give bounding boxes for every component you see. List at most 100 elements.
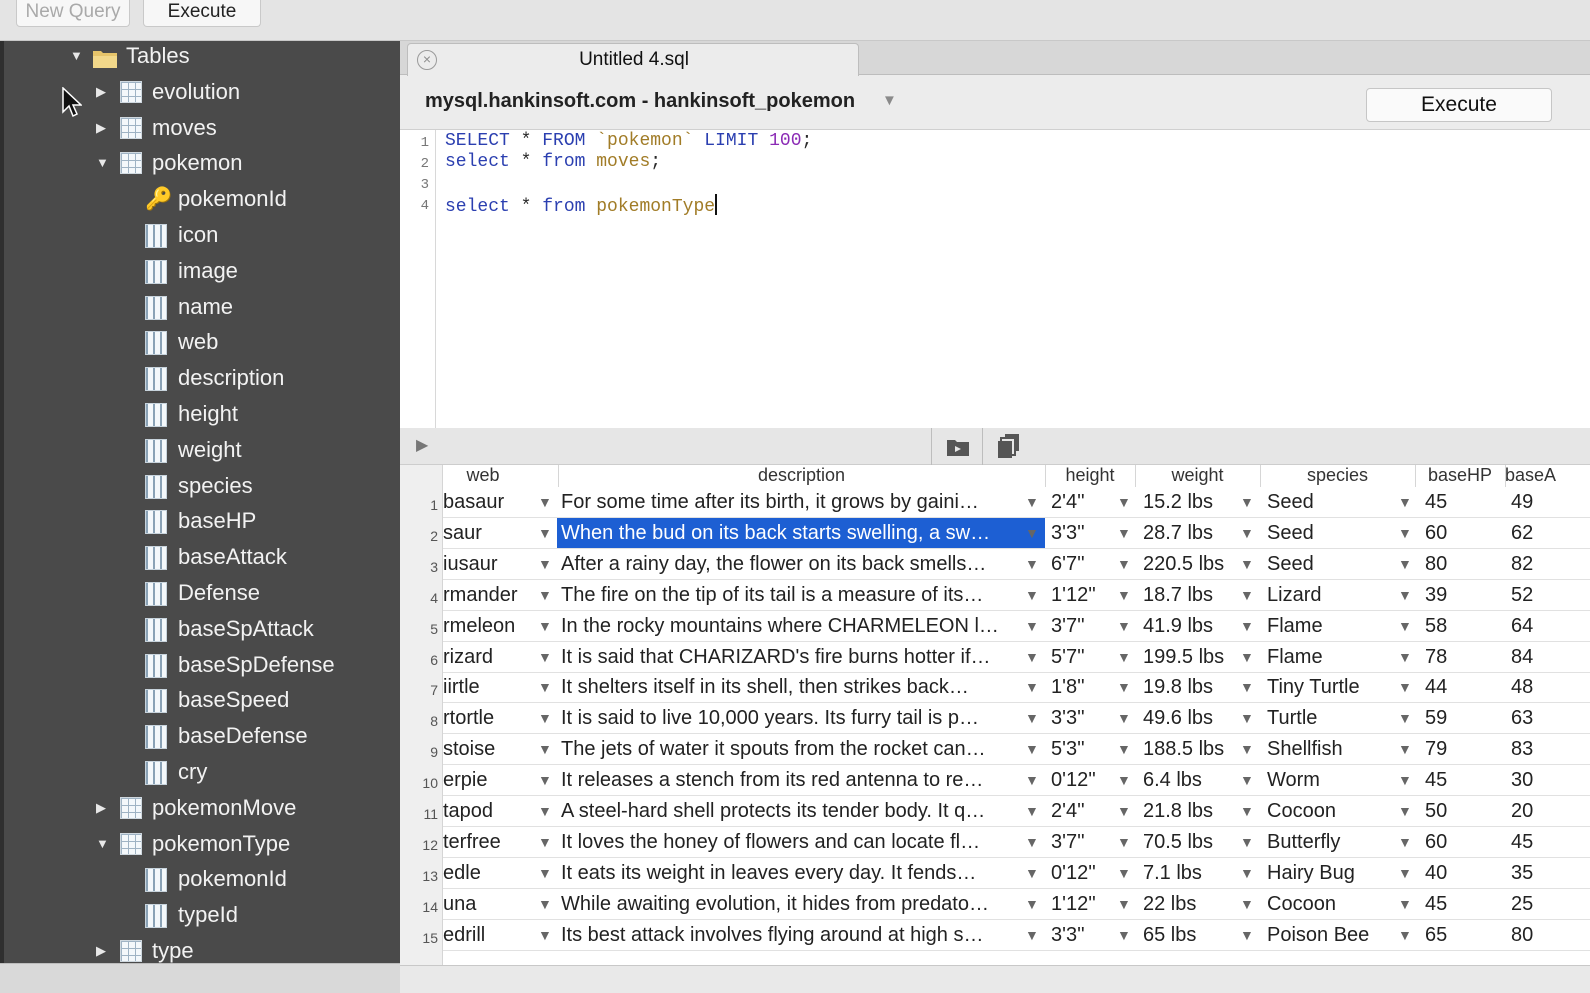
tree-item-basespeed[interactable]: baseSpeed: [4, 682, 400, 718]
chevron-down-icon[interactable]: ▼: [1025, 642, 1039, 672]
cell-height[interactable]: 1'12'': [1051, 580, 1123, 610]
cell-basehp[interactable]: 50: [1425, 796, 1485, 826]
chevron-down-icon[interactable]: ▼: [538, 549, 552, 579]
chevron-down-icon[interactable]: ▼: [1398, 920, 1412, 950]
chevron-down-icon[interactable]: ▼: [1025, 611, 1039, 641]
table-row[interactable]: rtortle It is said to live 10,000 years. …: [443, 703, 1590, 735]
chevron-down-icon[interactable]: ▼: [1240, 858, 1254, 888]
column-header-weight[interactable]: weight: [1135, 465, 1260, 487]
execute-toolbar-button[interactable]: Execute: [143, 0, 261, 27]
cell-height[interactable]: 6'7'': [1051, 549, 1123, 579]
cell-height[interactable]: 0'12'': [1051, 858, 1123, 888]
tree-item-basespattack[interactable]: baseSpAttack: [4, 611, 400, 647]
tree-item-tables[interactable]: ▼ Tables: [4, 41, 400, 74]
cell-species[interactable]: Flame: [1267, 611, 1402, 641]
expanded-triangle-icon[interactable]: ▼: [96, 145, 109, 181]
cell-species[interactable]: Turtle: [1267, 703, 1402, 733]
chevron-down-icon[interactable]: ▼: [1117, 827, 1131, 857]
table-row[interactable]: una While awaiting evolution, it hides fr…: [443, 889, 1590, 920]
cell-weight[interactable]: 15.2 lbs: [1143, 487, 1243, 517]
cell-basea[interactable]: 62: [1511, 518, 1581, 548]
chevron-down-icon[interactable]: ▼: [1240, 796, 1254, 826]
cell-weight[interactable]: 6.4 lbs: [1143, 765, 1243, 795]
cell-basehp[interactable]: 60: [1425, 518, 1485, 548]
column-header-basehp[interactable]: baseHP: [1415, 465, 1505, 487]
code-line[interactable]: select * from moves;: [445, 152, 661, 172]
expanded-triangle-icon[interactable]: ▼: [70, 41, 83, 74]
chevron-down-icon[interactable]: ▼: [1240, 889, 1254, 919]
folder-icon[interactable]: [946, 437, 970, 457]
cell-weight[interactable]: 18.7 lbs: [1143, 580, 1243, 610]
cell-weight[interactable]: 65 lbs: [1143, 920, 1243, 950]
chevron-down-icon[interactable]: ▼: [1398, 611, 1412, 641]
execute-button[interactable]: Execute: [1366, 88, 1552, 122]
tree-item-description[interactable]: description: [4, 360, 400, 396]
chevron-down-icon[interactable]: ▼: [1240, 642, 1254, 672]
tree-item-pokemonid[interactable]: 🔑 pokemonId: [4, 181, 400, 217]
table-row[interactable]: rmander The fire on the tip of its tail i…: [443, 580, 1590, 611]
collapsed-triangle-icon[interactable]: ▶: [96, 790, 106, 826]
cell-height[interactable]: 5'3'': [1051, 734, 1123, 764]
cell-height[interactable]: 3'7'': [1051, 611, 1123, 641]
chevron-down-icon[interactable]: ▼: [538, 827, 552, 857]
tab-untitled-4[interactable]: × Untitled 4.sql: [407, 43, 859, 76]
cell-height[interactable]: 3'3'': [1051, 703, 1123, 733]
cell-height[interactable]: 2'4'': [1051, 487, 1123, 517]
chevron-down-icon[interactable]: ▼: [1117, 796, 1131, 826]
table-row[interactable]: rmeleon In the rocky mountains where CHAR…: [443, 611, 1590, 642]
cell-species[interactable]: Butterfly: [1267, 827, 1402, 857]
tree-item-image[interactable]: image: [4, 253, 400, 289]
chevron-down-icon[interactable]: ▼: [538, 518, 552, 548]
cell-description[interactable]: The jets of water it spouts from the roc…: [561, 734, 1045, 764]
cell-species[interactable]: Lizard: [1267, 580, 1402, 610]
cell-description[interactable]: It eats its weight in leaves every day. …: [561, 858, 1045, 888]
cell-description[interactable]: A steel-hard shell protects its tender b…: [561, 796, 1045, 826]
chevron-down-icon[interactable]: ▼: [1240, 703, 1254, 733]
column-header-height[interactable]: height: [1045, 465, 1135, 487]
table-row[interactable]: edrill Its best attack involves flying ar…: [443, 920, 1590, 951]
tree-item-pokemontype[interactable]: ▼ pokemonType: [4, 826, 400, 862]
chevron-down-icon[interactable]: ▼: [1240, 518, 1254, 548]
cell-species[interactable]: Cocoon: [1267, 889, 1402, 919]
chevron-down-icon[interactable]: ▼: [1240, 765, 1254, 795]
cell-basea[interactable]: 80: [1511, 920, 1581, 950]
cell-height[interactable]: 3'7'': [1051, 827, 1123, 857]
chevron-down-icon[interactable]: ▼: [538, 487, 552, 517]
chevron-down-icon[interactable]: ▼: [1117, 734, 1131, 764]
tree-item-species[interactable]: species: [4, 468, 400, 504]
cell-weight[interactable]: 41.9 lbs: [1143, 611, 1243, 641]
table-row[interactable]: stoise The jets of water it spouts from t…: [443, 734, 1590, 766]
cell-height[interactable]: 2'4'': [1051, 796, 1123, 826]
play-icon[interactable]: ▶: [416, 435, 428, 455]
code-line[interactable]: select * from pokemonType: [445, 194, 718, 217]
cell-description[interactable]: For some time after its birth, it grows …: [561, 487, 1045, 517]
chevron-down-icon[interactable]: ▼: [538, 672, 552, 702]
cell-weight[interactable]: 70.5 lbs: [1143, 827, 1243, 857]
cell-basea[interactable]: 35: [1511, 858, 1581, 888]
chevron-down-icon[interactable]: ▼: [538, 889, 552, 919]
table-row[interactable]: terfree It loves the honey of flowers and…: [443, 827, 1590, 858]
chevron-down-icon[interactable]: ▼: [1398, 734, 1412, 764]
chevron-down-icon[interactable]: ▼: [1025, 796, 1039, 826]
cell-description[interactable]: While awaiting evolution, it hides from …: [561, 889, 1045, 919]
chevron-down-icon[interactable]: ▼: [1398, 487, 1412, 517]
cell-basea[interactable]: 83: [1511, 734, 1581, 764]
chevron-down-icon[interactable]: ▼: [1117, 487, 1131, 517]
cell-weight[interactable]: 28.7 lbs: [1143, 518, 1243, 548]
cell-basehp[interactable]: 45: [1425, 487, 1485, 517]
tree-item-icon[interactable]: icon: [4, 217, 400, 253]
cell-species[interactable]: Seed: [1267, 549, 1402, 579]
cell-basea[interactable]: 49: [1511, 487, 1581, 517]
cell-description[interactable]: It is said to live 10,000 years. Its fur…: [561, 703, 1045, 733]
cell-height[interactable]: 1'8'': [1051, 672, 1123, 702]
copy-icon[interactable]: [997, 433, 1021, 459]
tree-item-cry[interactable]: cry: [4, 754, 400, 790]
chevron-down-icon[interactable]: ▼: [882, 92, 897, 109]
chevron-down-icon[interactable]: ▼: [1117, 549, 1131, 579]
tree-item-height[interactable]: height: [4, 396, 400, 432]
cell-weight[interactable]: 7.1 lbs: [1143, 858, 1243, 888]
cell-basea[interactable]: 64: [1511, 611, 1581, 641]
tree-item-pokemon[interactable]: ▼ pokemon: [4, 145, 400, 181]
cell-species[interactable]: Seed: [1267, 487, 1402, 517]
collapsed-triangle-icon[interactable]: ▶: [96, 110, 106, 146]
